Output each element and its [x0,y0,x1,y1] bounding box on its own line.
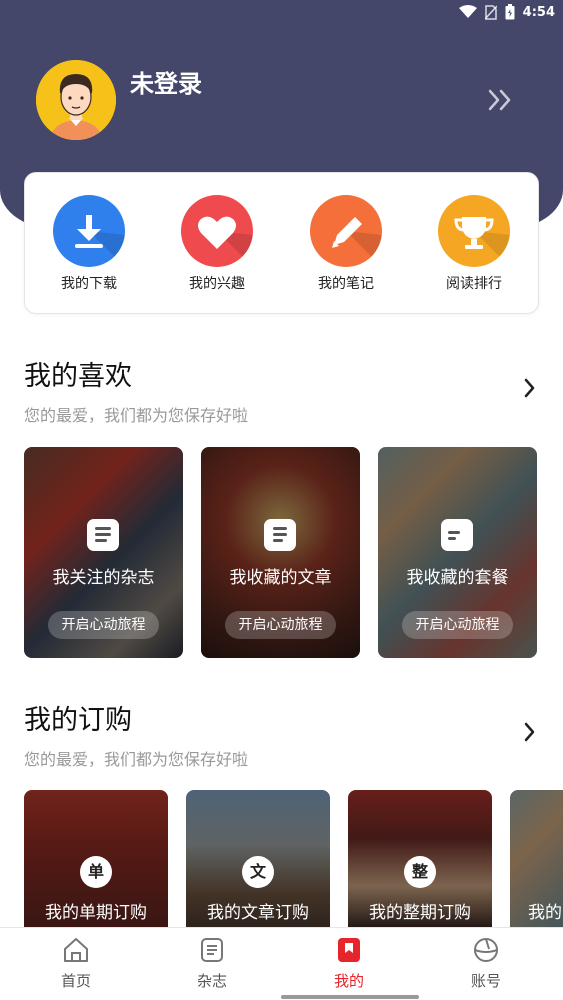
quick-action-downloads[interactable]: 我的下载 [39,195,139,293]
nav-tab-home[interactable]: 首页 [36,936,116,991]
subscription-card-title: 我的 [528,903,562,923]
quick-action-label: 我的笔记 [318,276,374,292]
status-icons: 4:54 [458,4,555,20]
favorite-card-title: 我收藏的套餐 [406,568,509,588]
favorites-subtitle: 您的最爱，我们都为您保存好啦 [24,406,249,425]
nav-label: 杂志 [196,972,227,990]
subscription-card-title: 我的单期订购 [45,903,147,923]
favorite-card-button[interactable]: 开启心动旅程 [48,611,159,639]
quick-action-label: 阅读排行 [446,276,502,292]
quick-actions-card: 我的下载 我的兴趣 我的笔记 阅读排行 [24,172,539,314]
favorite-card-articles[interactable]: 我收藏的文章 开启心动旅程 [201,447,360,658]
status-time: 4:54 [522,4,555,20]
bookmark-icon [338,938,360,962]
subscription-badge: 文 [242,856,274,888]
favorite-card-bundles[interactable]: 我收藏的套餐 开启心动旅程 [378,447,537,658]
subscription-card-single[interactable]: 单 我的单期订购 [24,790,168,927]
status-bar: 4:54 [0,0,563,26]
nav-label: 首页 [60,972,91,990]
no-sim-icon [484,4,497,20]
article-icon [264,519,296,551]
download-icon [53,195,125,267]
subscription-badge: 单 [80,856,112,888]
heart-icon [181,195,253,267]
magazine-icon [87,519,119,551]
quick-action-label: 我的兴趣 [189,276,245,292]
home-indicator [281,995,419,999]
favorite-card-button[interactable]: 开启心动旅程 [402,611,513,639]
home-icon [64,938,88,962]
subscription-card-full[interactable]: 整 我的整期订购 [348,790,492,927]
account-icon [474,938,498,962]
subscription-badge: 整 [404,856,436,888]
subscription-card-title: 我的文章订购 [207,903,309,923]
double-chevron-right-icon[interactable] [484,86,516,114]
favorite-card-title: 我收藏的文章 [229,568,332,588]
favorite-card-magazines[interactable]: 我关注的杂志 开启心动旅程 [24,447,183,658]
wifi-icon [458,5,477,18]
trophy-icon [438,195,510,267]
favorite-card-button[interactable]: 开启心动旅程 [225,611,336,639]
nav-label: 我的 [333,972,364,990]
chevron-right-icon[interactable] [520,720,538,744]
bottom-nav: 首页 杂志 我的 账号 [0,927,563,1000]
quick-action-notes[interactable]: 我的笔记 [296,195,396,293]
chevron-right-icon[interactable] [520,376,538,400]
user-avatar-icon [36,60,116,140]
nav-tab-mine[interactable]: 我的 [309,936,389,991]
quick-action-ranking[interactable]: 阅读排行 [424,195,524,293]
nav-tab-account[interactable]: 账号 [446,936,526,991]
subscriptions-subtitle: 您的最爱，我们都为您保存好啦 [24,750,249,769]
quick-action-interests[interactable]: 我的兴趣 [167,195,267,293]
favorites-title: 我的喜欢 [24,361,132,392]
subscription-card-title: 我的整期订购 [369,903,471,923]
subscriptions-title: 我的订购 [24,705,132,736]
nav-tab-magazine[interactable]: 杂志 [172,936,252,991]
avatar[interactable] [36,60,116,140]
username-label[interactable]: 未登录 [130,64,202,99]
favorite-card-title: 我关注的杂志 [52,568,155,588]
magazine-icon [201,938,223,962]
subscription-card-article[interactable]: 文 我的文章订购 [186,790,330,927]
battery-icon [505,4,515,20]
bundle-icon [441,519,473,551]
subscription-card-more[interactable]: 我的 [510,790,563,927]
quick-action-label: 我的下载 [61,276,117,292]
pencil-icon [310,195,382,267]
nav-label: 账号 [470,972,501,990]
